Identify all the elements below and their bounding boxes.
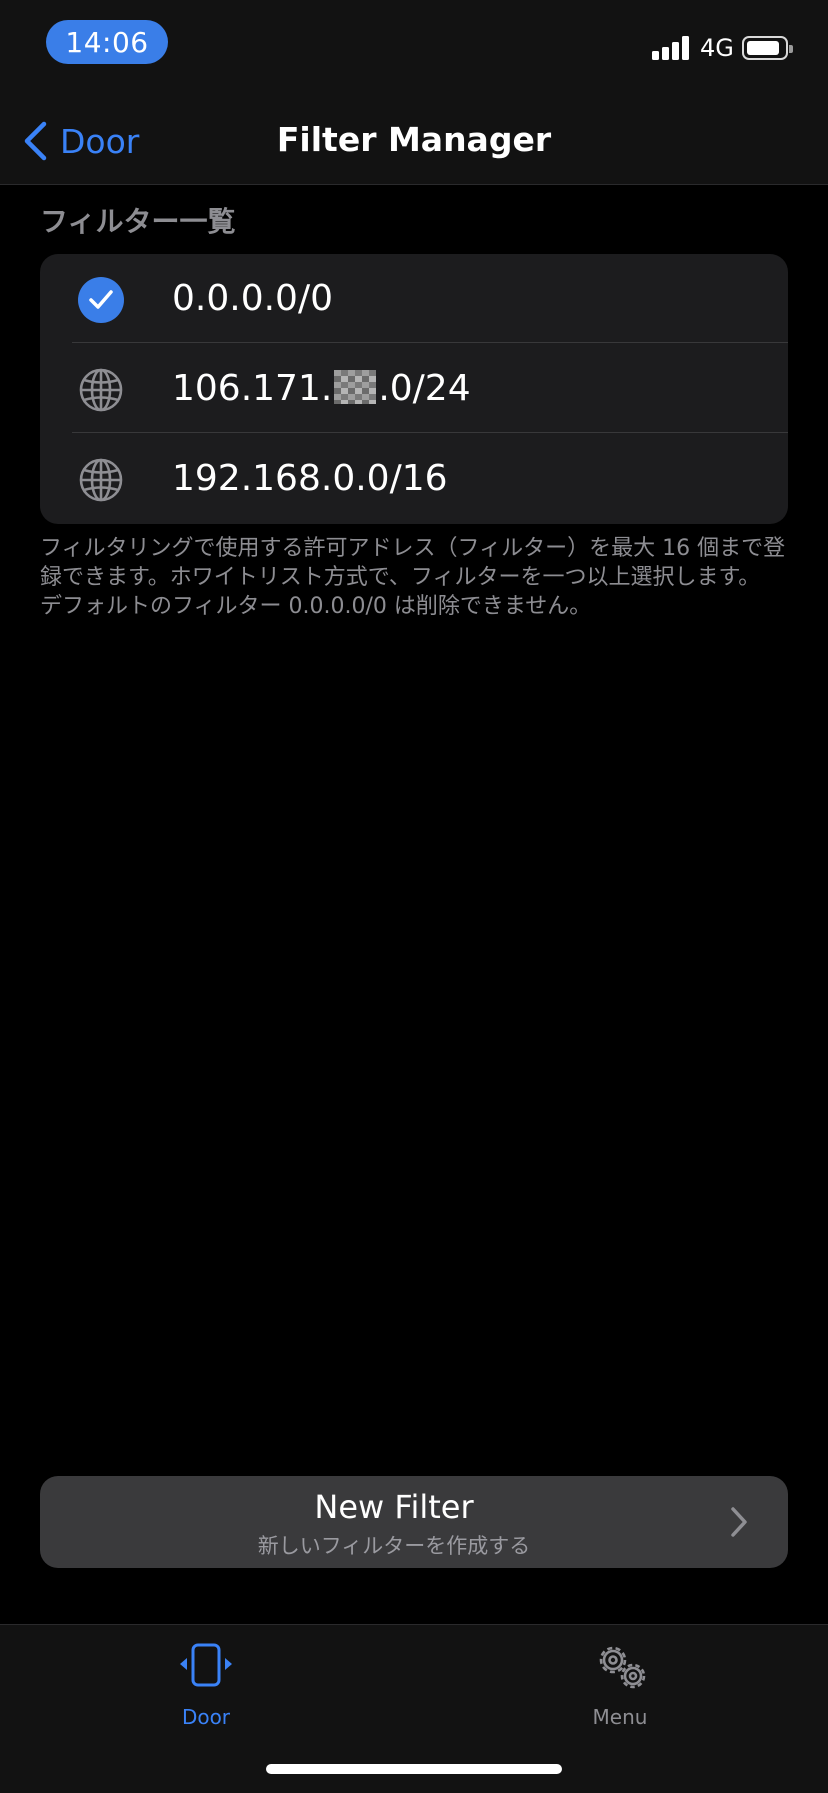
globe-icon (78, 457, 124, 503)
gears-icon (599, 1646, 646, 1689)
tab-label: Menu (592, 1705, 648, 1729)
home-indicator[interactable] (266, 1764, 562, 1774)
door-phone-icon (180, 1643, 232, 1687)
chevron-right-icon (731, 1507, 747, 1537)
network-type: 4G (700, 34, 734, 62)
filter-label: 106.171. .0/24 (172, 368, 471, 409)
section-footnote: フィルタリングで使用する許可アドレス（フィルター）を最大 16 個まで登録できま… (40, 534, 790, 621)
filter-row-default[interactable]: 0.0.0.0/0 (40, 254, 788, 344)
filter-row[interactable]: 106.171. .0/24 (40, 344, 788, 434)
filter-row[interactable]: 192.168.0.0/16 (40, 434, 788, 524)
footnote-line: フィルタリングで使用する許可アドレス（フィルター）を最大 16 個まで登録できま… (40, 536, 786, 590)
top-bar: 14:06 4G Door Filter Manager (0, 0, 828, 185)
status-time: 14:06 (46, 20, 168, 64)
battery-icon (742, 36, 793, 60)
filter-label: 192.168.0.0/16 (172, 458, 448, 499)
filter-label: 0.0.0.0/0 (172, 278, 333, 319)
footnote-line: デフォルトのフィルター 0.0.0.0/0 は削除できません。 (40, 594, 592, 619)
checkmark-circle-icon (78, 277, 124, 323)
tab-menu[interactable]: Menu (560, 1643, 680, 1743)
page-title: Filter Manager (276, 120, 552, 159)
new-filter-button[interactable]: New Filter 新しいフィルターを作成する (40, 1476, 788, 1568)
tab-label: Door (181, 1705, 231, 1729)
section-title: フィルター一覧 (40, 205, 236, 238)
globe-icon (78, 367, 124, 413)
new-filter-title: New Filter (314, 1488, 474, 1526)
filter-list: 0.0.0.0/0 106.171. .0/24 192.168.0.0/16 (40, 254, 788, 524)
new-filter-subtitle: 新しいフィルターを作成する (257, 1534, 531, 1558)
cellular-signal-icon (652, 36, 690, 60)
redacted-mosaic (334, 370, 377, 404)
tab-door[interactable]: Door (146, 1643, 266, 1743)
